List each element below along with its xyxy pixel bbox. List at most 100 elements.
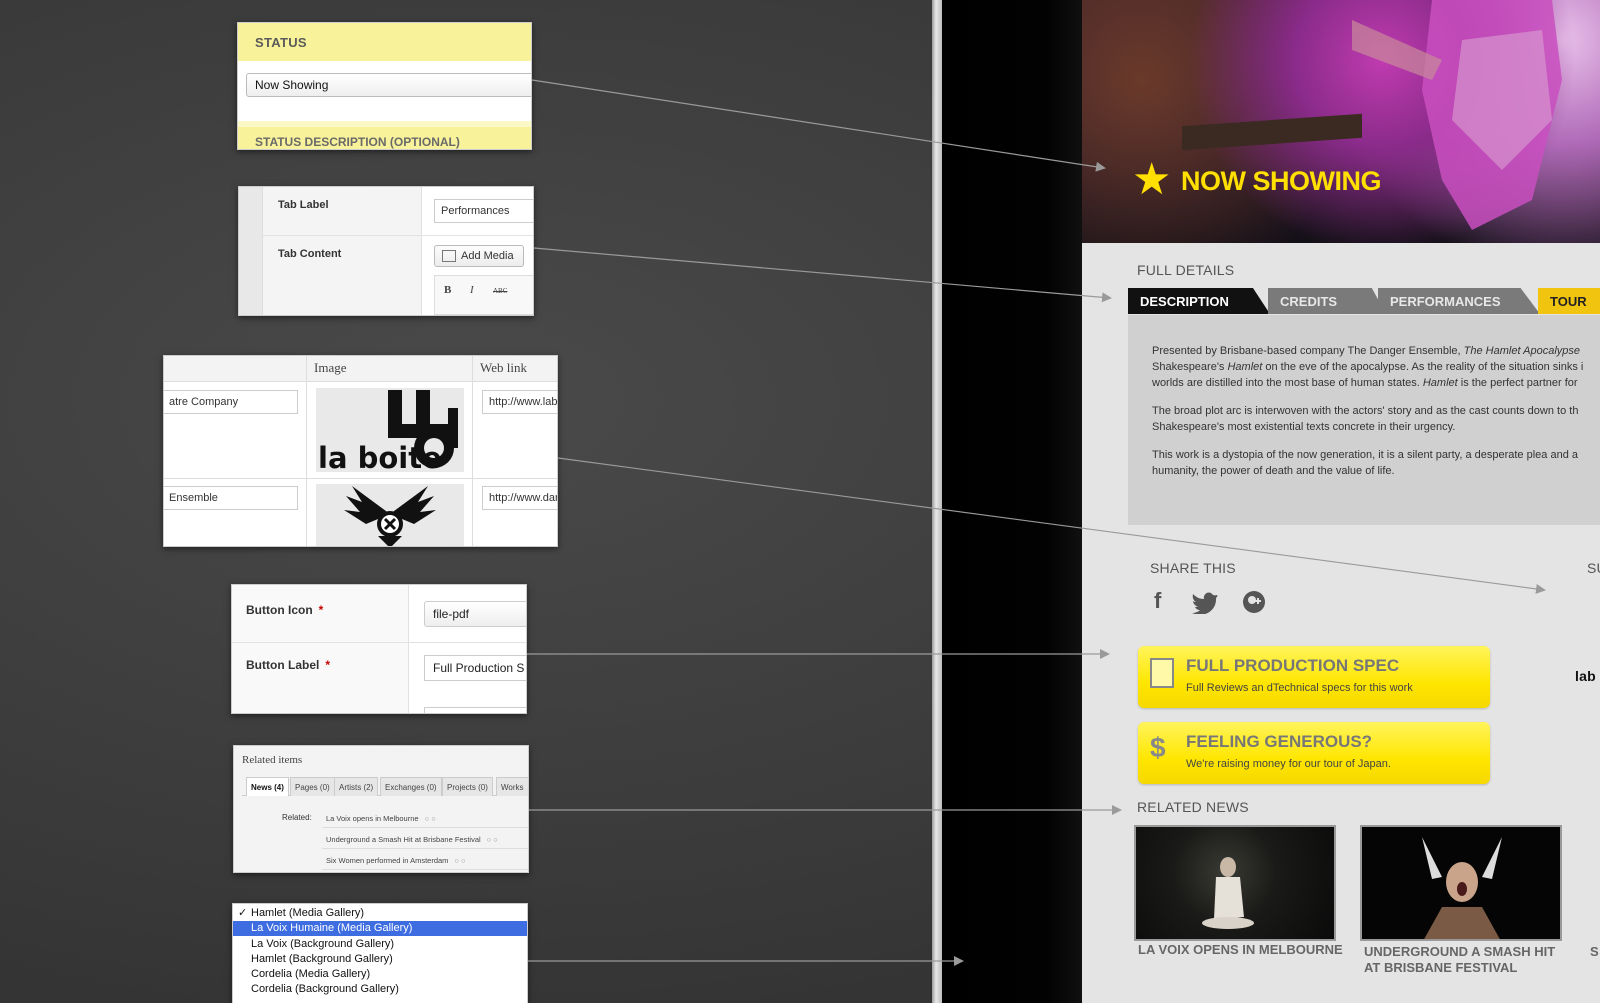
related-item[interactable]: Six Women performed in Amsterdam ○ ○ (322, 850, 528, 870)
description-panel: Presented by Brisbane-based company The … (1128, 315, 1600, 525)
partner-link-input[interactable]: http://www.dan (482, 486, 557, 510)
tab-works[interactable]: Works (496, 777, 528, 796)
partner-name-input[interactable]: Ensemble (164, 486, 298, 510)
tab-performances[interactable]: PERFORMANCES (1378, 288, 1540, 314)
related-item-text: Six Women performed in Amsterdam (326, 856, 449, 865)
dropdown-option[interactable]: La Voix (Background Gallery) (233, 937, 527, 952)
status-heading-bar: STATUS (238, 23, 531, 61)
italic-button[interactable]: I (470, 284, 474, 296)
row-divider (232, 642, 526, 643)
tab-news[interactable]: News (4) (246, 777, 289, 796)
add-media-button[interactable]: Add Media (434, 245, 524, 267)
dropdown-option-selected[interactable]: La Voix Humaine (Media Gallery) (233, 921, 527, 936)
remove-icon[interactable]: ○ ○ (487, 835, 498, 844)
add-media-label: Add Media (461, 250, 514, 262)
hero-image: ★ NOW SHOWING (1082, 0, 1600, 243)
tab-pages[interactable]: Pages (0) (290, 777, 335, 796)
related-item-text: Underground a Smash Hit at Brisbane Fest… (326, 835, 481, 844)
dropdown-option-text: Hamlet (Media Gallery) (251, 907, 365, 919)
news-thumbnail-image (1202, 857, 1254, 929)
button-label-label-text: Button Label (246, 658, 320, 672)
star-icon: ★ (1132, 155, 1172, 204)
description-text: This work is a dystopia of the now gener… (1152, 449, 1578, 461)
related-item[interactable]: Underground a Smash Hit at Brisbane Fest… (322, 829, 528, 849)
bold-button[interactable]: B (444, 284, 451, 296)
button-label-input[interactable]: Full Production S (424, 655, 526, 681)
status-select[interactable]: Now Showing (246, 73, 531, 97)
partner-name-input[interactable]: atre Company (164, 390, 298, 414)
add-media-icon (442, 250, 456, 262)
twitter-icon[interactable] (1192, 592, 1218, 614)
description-paragraph: Presented by Brisbane-based company The … (1152, 343, 1600, 391)
partner-link-input[interactable]: http://www.labo (482, 390, 557, 414)
spec-button-subtitle: Full Reviews an dTechnical specs for thi… (1186, 682, 1413, 694)
description-italic: Hamlet (1227, 361, 1263, 373)
tab-label-input[interactable]: Performances (434, 199, 533, 223)
description-text: The broad plot arc is interwoven with th… (1152, 405, 1579, 417)
strikethrough-button[interactable]: ABC (493, 287, 507, 295)
related-items-snippet: Related items News (4) Pages (0) Artists… (233, 745, 529, 873)
column-header-weblink: Web link (480, 360, 527, 375)
editor-toolbar: B I ABC (434, 275, 533, 315)
tab-projects[interactable]: Projects (0) (442, 777, 493, 796)
remove-icon[interactable]: ○ ○ (454, 856, 465, 865)
website-preview: ★ NOW SHOWING FULL DETAILS DESCRIPTION C… (1082, 0, 1600, 1003)
news-thumbnail-image (1422, 837, 1502, 939)
la-boite-wordmark: la boite (318, 441, 442, 472)
status-description-heading: STATUS DESCRIPTION (OPTIONAL) (255, 135, 460, 149)
button-snippet: Button Icon * file-pdf Button Label * Full… (231, 584, 527, 714)
tab-credits[interactable]: CREDITS (1268, 288, 1386, 314)
table-header: Image Web link (164, 356, 557, 382)
device-bezel (942, 0, 1092, 1003)
description-text: humanity, the power of death and the val… (1152, 465, 1395, 477)
description-text: on the eve of the apocalypse. As the rea… (1262, 361, 1584, 373)
tab-artists[interactable]: Artists (2) (334, 777, 379, 796)
support-title-fragment: SU (1587, 560, 1600, 576)
status-description-heading-bar: STATUS DESCRIPTION (OPTIONAL) (238, 127, 531, 149)
next-field-input[interactable] (424, 707, 526, 713)
dropdown-option[interactable]: Cordelia (Media Gallery) (233, 967, 527, 982)
checkmark-icon: ✓ (238, 907, 248, 919)
news-thumbnail[interactable] (1360, 825, 1562, 941)
winged-x-emblem (344, 486, 436, 546)
button-icon-select[interactable]: file-pdf (424, 601, 526, 627)
news-caption[interactable]: LA VOIX OPENS IN MELBOURNE (1138, 942, 1348, 958)
donate-button-subtitle: We're raising money for our tour of Japa… (1186, 758, 1391, 770)
column-divider (306, 356, 307, 546)
related-tabs: News (4) Pages (0) Artists (2) Exchanges… (242, 774, 528, 796)
dropdown-option[interactable]: Cordelia (Background Gallery) (233, 982, 527, 997)
column-header-image: Image (314, 360, 347, 375)
related-news-title: RELATED NEWS (1137, 799, 1249, 815)
news-caption[interactable]: UNDERGROUND A SMASH HIT AT BRISBANE FEST… (1364, 944, 1574, 976)
donate-button-title: FEELING GENEROUS? (1186, 732, 1373, 751)
full-production-spec-button[interactable]: FULL PRODUCTION SPEC Full Reviews an dTe… (1138, 646, 1490, 708)
tab-snippet: Tab Label Performances Tab Content Add M… (238, 186, 534, 316)
news-thumbnail[interactable] (1134, 825, 1336, 941)
button-label-label: Button Label * (246, 658, 330, 672)
status-snippet: STATUS Now Showing STATUS DESCRIPTION (O… (237, 22, 532, 150)
required-asterisk: * (318, 603, 324, 617)
file-pdf-icon (1150, 658, 1174, 688)
feeling-generous-button[interactable]: $ FEELING GENEROUS? We're raising money … (1138, 722, 1490, 784)
google-plus-icon[interactable] (1242, 590, 1266, 614)
related-item[interactable]: La Voix opens in Melbourne ○ ○ (322, 808, 528, 828)
la-boite-logo: la boite (316, 388, 464, 472)
tab-exchanges[interactable]: Exchanges (0) (380, 777, 442, 796)
description-text: Shakespeare's most existential texts con… (1152, 421, 1456, 433)
dollar-icon: $ (1150, 732, 1166, 763)
remove-icon[interactable]: ○ ○ (425, 814, 436, 823)
tab-content-label: Tab Content (278, 248, 342, 260)
related-label: Related: (282, 813, 312, 822)
tab-description[interactable]: DESCRIPTION (1128, 288, 1270, 314)
related-items-title: Related items (242, 754, 303, 766)
hero-backdrop (1182, 113, 1362, 151)
dropdown-option[interactable]: ✓ Hamlet (Media Gallery) (233, 906, 527, 921)
button-icon-label: Button Icon * (246, 603, 323, 617)
dropdown-option[interactable]: Hamlet (Background Gallery) (233, 952, 527, 967)
button-icon-label-text: Button Icon (246, 603, 313, 617)
facebook-icon[interactable]: f (1154, 588, 1161, 614)
news-caption-fragment: S (1590, 944, 1599, 959)
tab-tour[interactable]: TOUR (1538, 288, 1600, 314)
device-frame-edge (932, 0, 942, 1003)
tab-label-label: Tab Label (278, 199, 329, 211)
